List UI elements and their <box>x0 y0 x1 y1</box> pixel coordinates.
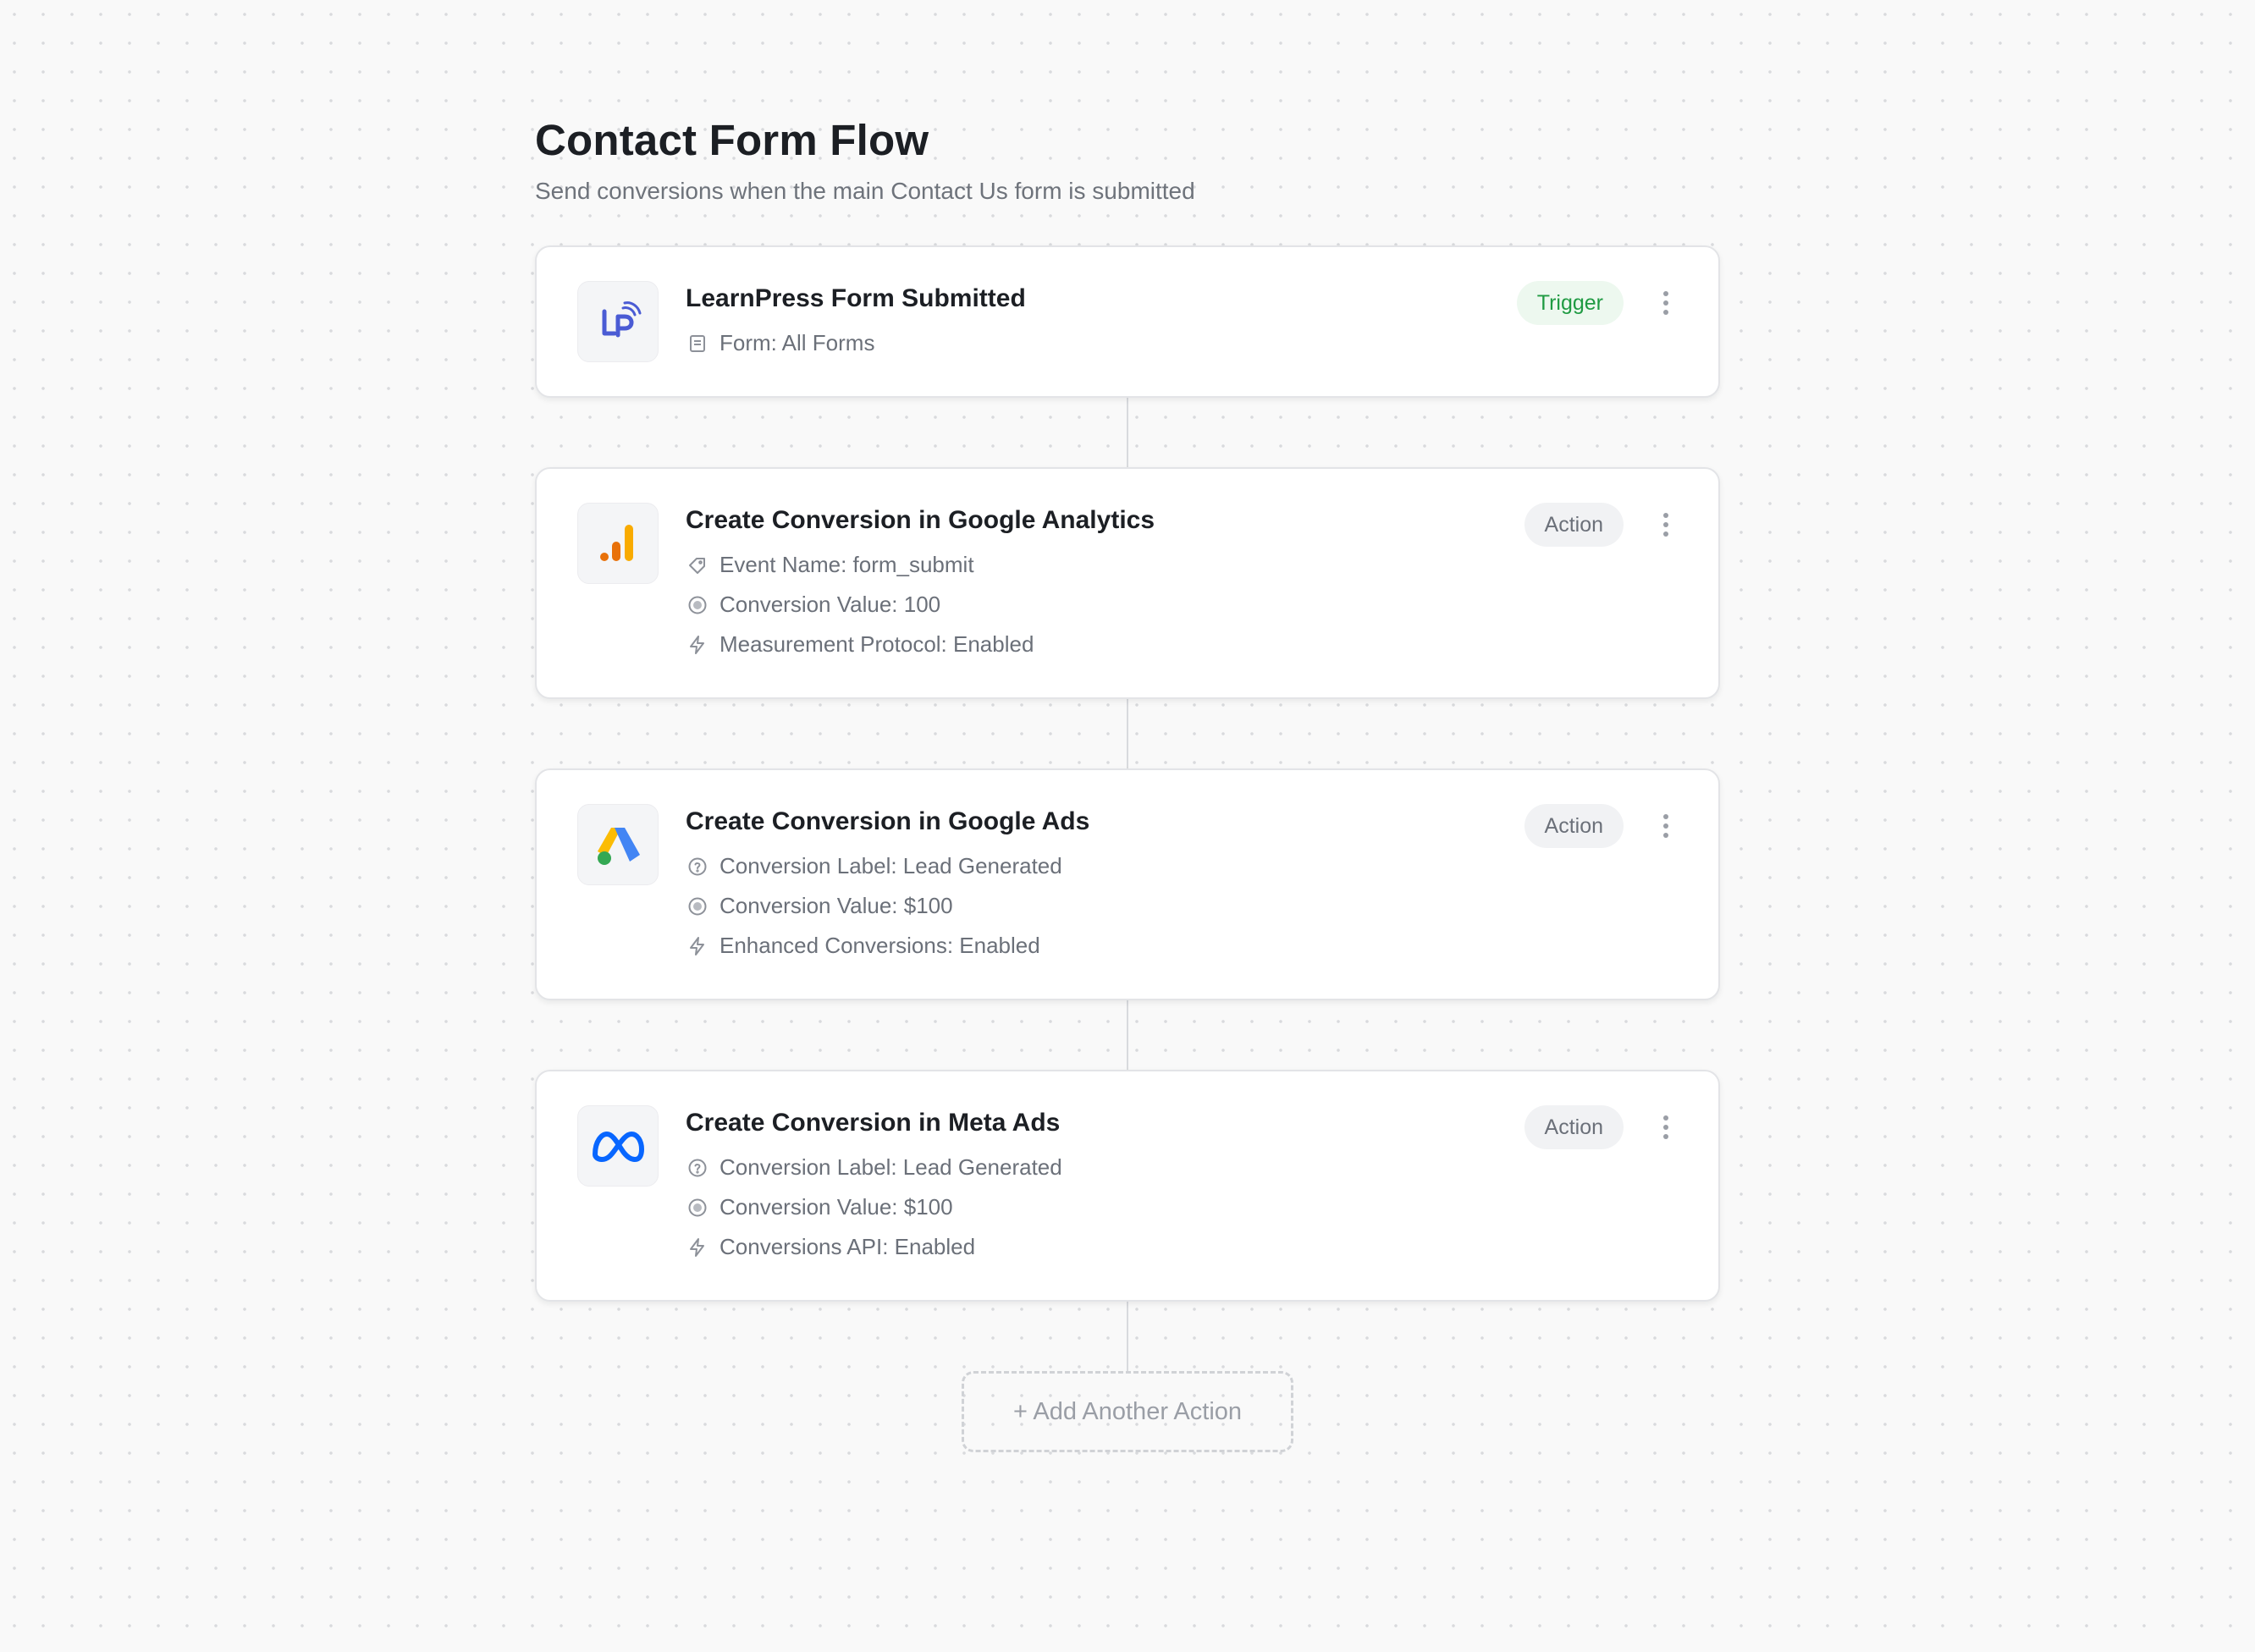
step-details: Event Name: form_submit Conversion Value… <box>686 545 1458 664</box>
flow-steps: LearnPress Form Submitted Form: All Form… <box>535 245 1720 1452</box>
detail-text: Event Name: form_submit <box>720 552 974 577</box>
detail-row: Enhanced Conversions: Enabled <box>686 926 1458 966</box>
google-ads-logo-icon <box>577 804 659 885</box>
more-options-icon[interactable] <box>1657 809 1674 843</box>
step-details: Form: All Forms <box>686 323 1458 363</box>
currency-icon <box>686 895 709 918</box>
step-title: Create Conversion in Google Ads <box>686 807 1090 835</box>
page-subtitle: Send conversions when the main Contact U… <box>535 178 1195 204</box>
tag-icon <box>686 553 709 577</box>
add-another-action-button[interactable]: + Add Another Action <box>962 1371 1293 1452</box>
form-icon <box>686 332 709 355</box>
detail-row: Form: All Forms <box>686 323 1458 363</box>
flow-connector <box>1127 1302 1128 1371</box>
lightning-icon <box>686 1236 709 1259</box>
lightning-icon <box>686 633 709 657</box>
learnpress-logo-icon <box>577 281 659 362</box>
flow-connector <box>1127 1000 1128 1070</box>
detail-row: Event Name: form_submit <box>686 545 1458 585</box>
detail-text: Conversions API: Enabled <box>720 1234 976 1259</box>
detail-text: Enhanced Conversions: Enabled <box>720 933 1040 958</box>
detail-text: Conversion Value: $100 <box>720 893 953 918</box>
step-title: Create Conversion in Google Analytics <box>686 506 1155 534</box>
help-circle-icon <box>686 855 709 878</box>
currency-icon <box>686 593 709 617</box>
step-details: Conversion Label: Lead Generated Convers… <box>686 1148 1458 1267</box>
detail-row: Measurement Protocol: Enabled <box>686 625 1458 664</box>
flow-connector <box>1127 398 1128 467</box>
detail-row: Conversions API: Enabled <box>686 1227 1458 1267</box>
more-options-icon[interactable] <box>1657 508 1674 542</box>
google-analytics-logo-icon <box>577 503 659 584</box>
flow-connector <box>1127 699 1128 768</box>
meta-logo-icon <box>577 1105 659 1187</box>
action-card-google-ads[interactable]: Create Conversion in Google Ads Conversi… <box>535 768 1720 1000</box>
detail-text: Measurement Protocol: Enabled <box>720 631 1034 657</box>
detail-row: Conversion Label: Lead Generated <box>686 1148 1458 1187</box>
detail-text: Conversion Label: Lead Generated <box>720 853 1062 878</box>
action-badge: Action <box>1524 503 1624 547</box>
detail-row: Conversion Value: $100 <box>686 886 1458 926</box>
step-title: Create Conversion in Meta Ads <box>686 1109 1061 1137</box>
step-details: Conversion Label: Lead Generated Convers… <box>686 846 1458 966</box>
detail-row: Conversion Value: $100 <box>686 1187 1458 1227</box>
currency-icon <box>686 1196 709 1220</box>
page-title: Contact Form Flow <box>535 116 929 164</box>
more-options-icon[interactable] <box>1657 286 1674 320</box>
detail-text: Conversion Value: 100 <box>720 592 941 617</box>
detail-row: Conversion Label: Lead Generated <box>686 846 1458 886</box>
more-options-icon[interactable] <box>1657 1110 1674 1144</box>
flow-editor: Contact Form Flow Send conversions when … <box>535 105 1720 1452</box>
action-card-google-analytics[interactable]: Create Conversion in Google Analytics Ev… <box>535 467 1720 699</box>
help-circle-icon <box>686 1156 709 1180</box>
detail-row: Conversion Value: 100 <box>686 585 1458 625</box>
detail-text: Conversion Label: Lead Generated <box>720 1154 1062 1180</box>
action-badge: Action <box>1524 804 1624 848</box>
trigger-badge: Trigger <box>1516 281 1624 325</box>
action-badge: Action <box>1524 1105 1624 1149</box>
detail-text: Form: All Forms <box>720 330 875 355</box>
detail-text: Conversion Value: $100 <box>720 1194 953 1220</box>
trigger-card[interactable]: LearnPress Form Submitted Form: All Form… <box>535 245 1720 398</box>
lightning-icon <box>686 934 709 958</box>
step-title: LearnPress Form Submitted <box>686 284 1026 312</box>
action-card-meta-ads[interactable]: Create Conversion in Meta Ads Conversion… <box>535 1070 1720 1302</box>
